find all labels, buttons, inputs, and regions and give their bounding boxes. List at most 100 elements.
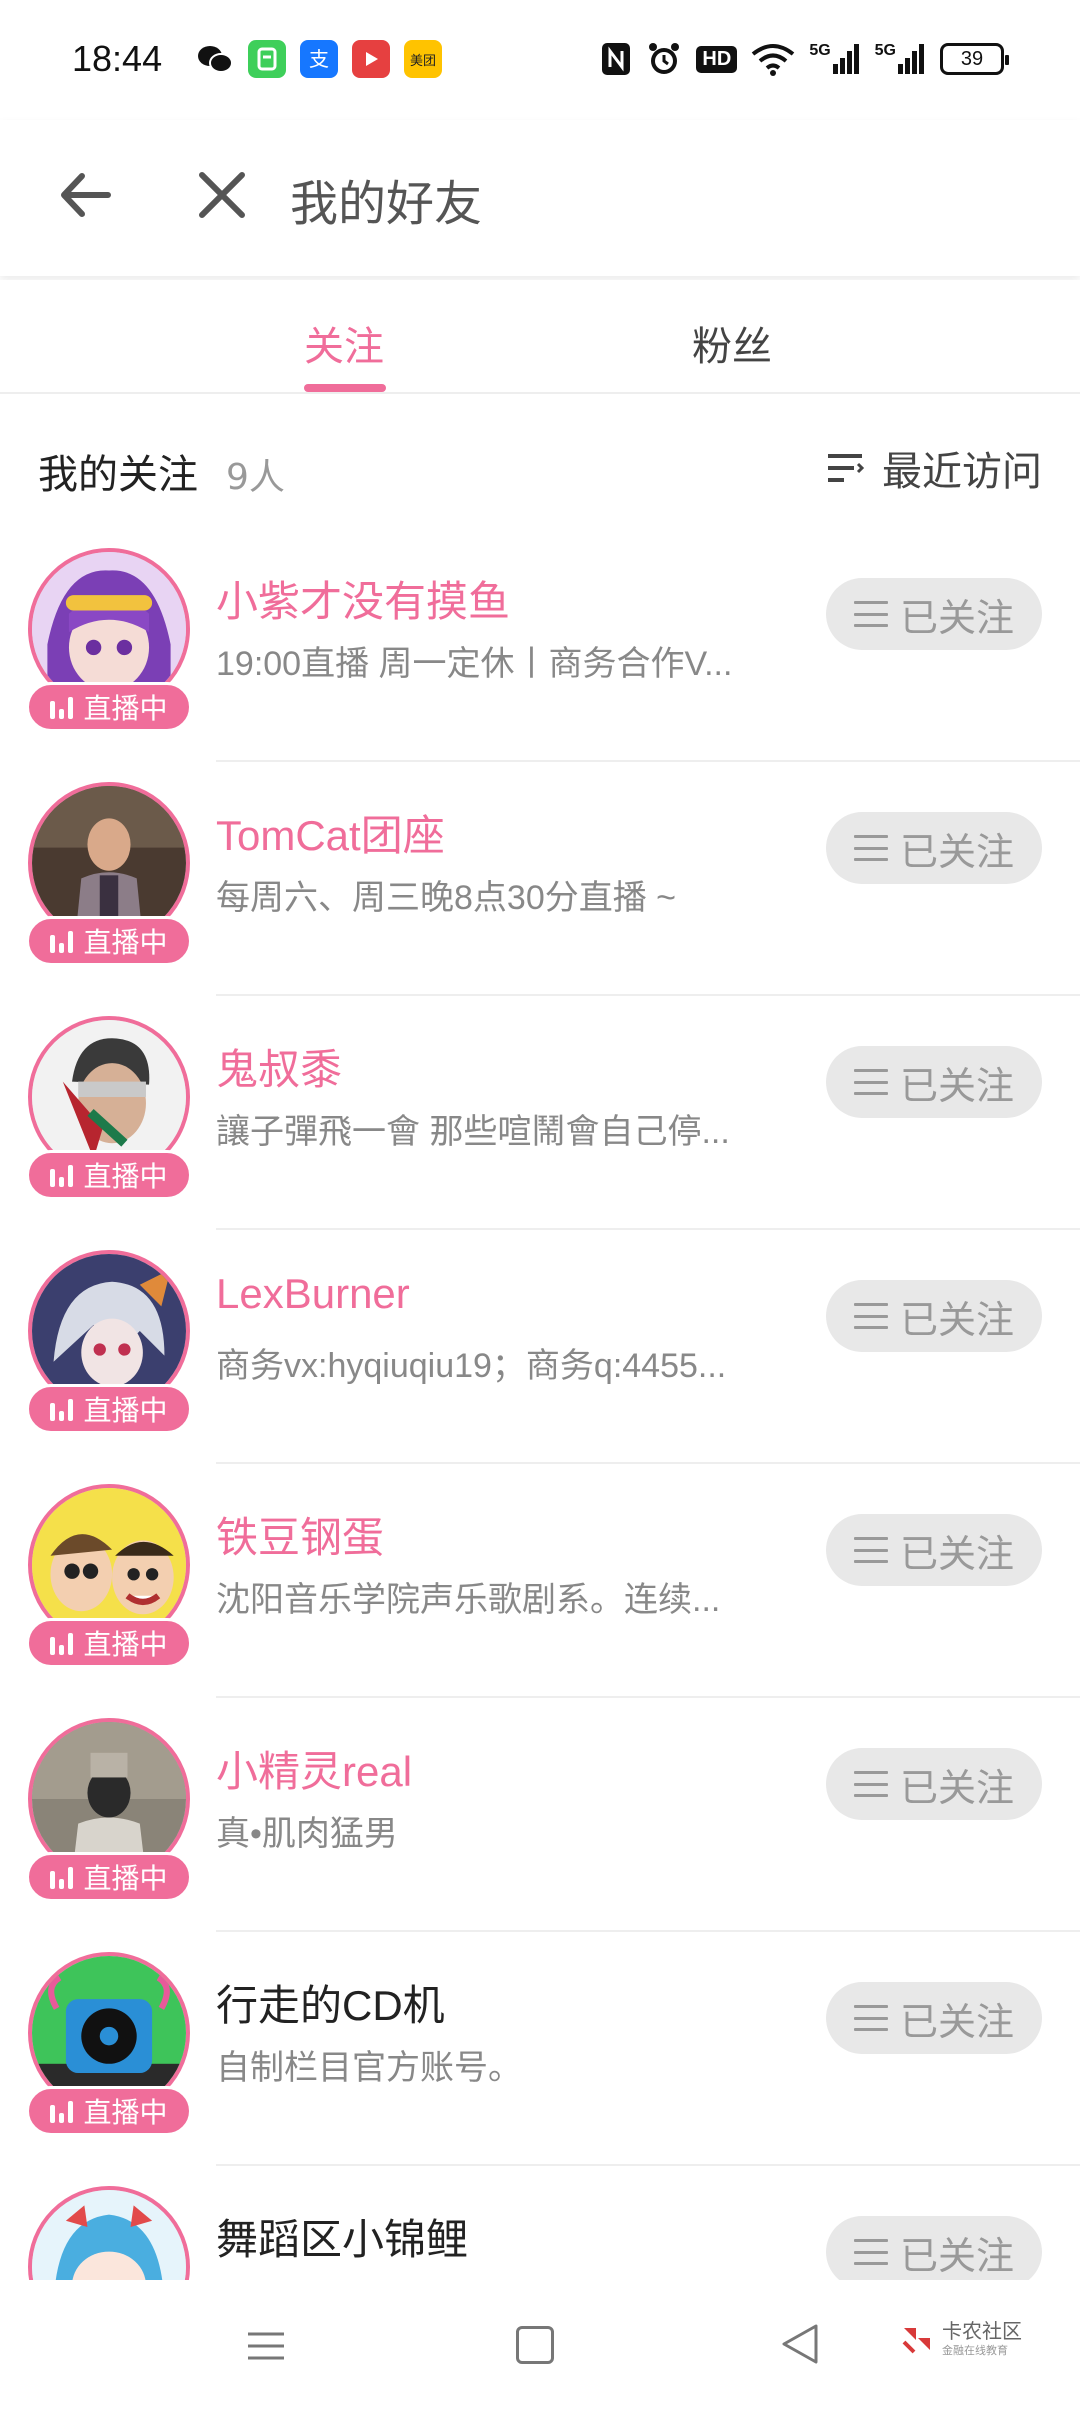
tab-fans[interactable]: 粉丝 [692,314,772,372]
live-bars-icon [50,695,74,719]
followed-label: 已关注 [899,829,1014,874]
section-header: 我的关注 9人 最近访问 [0,430,1080,510]
user-desc: 沈阳音乐学院声乐歌剧系。连续... [216,1581,721,1619]
followed-button[interactable]: 已关注 [826,812,1042,884]
home-button[interactable] [516,2326,554,2364]
watermark-title: 卡农社区 [942,2319,1022,2343]
menu-icon [248,2332,284,2360]
menu-icon [853,1069,888,1095]
tab-following[interactable]: 关注 [304,314,384,372]
menu-icon [853,1771,888,1797]
followed-button[interactable]: 已关注 [826,578,1042,650]
live-badge: 直播中 [26,682,192,732]
nav-back-button[interactable] [780,2322,820,2366]
avatar[interactable]: 直播中 [26,1016,192,1200]
avatar[interactable]: 直播中 [26,1718,192,1902]
live-badge: 直播中 [26,916,192,966]
user-desc: 讓子彈飛一會 那些喧鬧會自己停... [216,1113,730,1151]
alarm-icon [646,40,682,78]
top-app-bar: 我的好友 [0,120,1080,276]
list-item[interactable]: 直播中 小精灵real 真•肌肉猛男 已关注 [0,1698,1080,1932]
followed-button[interactable]: 已关注 [826,1514,1042,1586]
followed-label: 已关注 [899,1531,1014,1576]
live-badge: 直播中 [26,1852,192,1902]
signal-label: 5G [874,42,896,59]
followed-button[interactable]: 已关注 [826,1748,1042,1820]
followed-label: 已关注 [899,1765,1014,1810]
back-button[interactable] [52,160,122,230]
list-item[interactable]: 直播中 TomCat团座 每周六、周三晚8点30分直播 ~ 已关注 [0,762,1080,996]
user-name[interactable]: 鬼叔黍 [216,1036,342,1097]
list-item[interactable]: 舞蹈区小锦鲤 已关注 [0,2166,1080,2282]
following-list: 直播中 小紫才没有摸鱼 19:00直播 周一定休丨商务合作V... 已关注 直播… [0,528,1080,2282]
meituan-label: 美团 [409,52,436,68]
list-item[interactable]: 直播中 小紫才没有摸鱼 19:00直播 周一定休丨商务合作V... 已关注 [0,528,1080,762]
user-name[interactable]: TomCat团座 [216,802,445,863]
status-indicators: HD 5G 5G 39 [600,40,1009,78]
followed-label: 已关注 [899,1999,1014,2044]
tab-indicator [304,384,386,392]
followed-button[interactable]: 已关注 [826,1982,1042,2054]
close-button[interactable] [190,160,254,230]
live-badge: 直播中 [26,1384,192,1434]
user-name[interactable]: 铁豆钢蛋 [216,1504,384,1565]
watermark-logo-icon [902,2328,930,2354]
page-title: 我的好友 [290,176,483,232]
user-name[interactable]: 舞蹈区小锦鲤 [216,2206,468,2267]
list-item[interactable]: 直播中 行走的CD机 自制栏目官方账号。 已关注 [0,1932,1080,2166]
list-item[interactable]: 直播中 LexBurner 商务vx:hyqiuqiu19；商务q:4455..… [0,1230,1080,1464]
followed-button[interactable]: 已关注 [826,1280,1042,1352]
followed-label: 已关注 [899,1297,1014,1342]
avatar[interactable]: 直播中 [26,1250,192,1434]
avatar[interactable]: 直播中 [26,1952,192,2136]
meituan-icon: 美团 [404,40,442,78]
recent-apps-button[interactable] [246,2326,286,2366]
nfc-icon [600,40,632,78]
user-desc: 每周六、周三晚8点30分直播 ~ [216,879,677,917]
live-label: 直播中 [83,1160,168,1193]
watermark: 卡农社区 金融在线教育 [900,2320,1022,2358]
list-item[interactable]: 直播中 铁豆钢蛋 沈阳音乐学院声乐歌剧系。连续... 已关注 [0,1464,1080,1698]
hd-icon: HD [696,40,738,78]
user-desc: 自制栏目官方账号。 [216,2049,522,2087]
user-name[interactable]: 小紫才没有摸鱼 [216,568,510,629]
user-name[interactable]: 行走的CD机 [216,1972,445,2033]
user-desc: 19:00直播 周一定休丨商务合作V... [216,645,733,683]
list-item[interactable]: 直播中 鬼叔黍 讓子彈飛一會 那些喧鬧會自己停... 已关注 [0,996,1080,1230]
menu-icon [853,2239,888,2265]
watermark-subtitle: 金融在线教育 [942,2344,1008,2357]
green-app-icon [248,40,286,78]
follow-count: 9人 [226,457,285,498]
status-time: 18:44 [72,38,163,79]
avatar[interactable]: 直播中 [26,782,192,966]
live-label: 直播中 [83,1862,168,1895]
live-bars-icon [50,2099,74,2123]
live-bars-icon [50,929,74,953]
live-badge: 直播中 [26,2086,192,2136]
sort-icon [828,454,865,482]
wifi-icon [751,40,795,78]
avatar[interactable]: 直播中 [26,548,192,732]
user-desc: 商务vx:hyqiuqiu19；商务q:4455... [216,1347,727,1385]
live-bars-icon [50,1631,74,1655]
live-badge: 直播中 [26,1618,192,1668]
alipay-icon: 支 [300,40,338,78]
svg-text:支: 支 [309,47,329,71]
sort-label: 最近访问 [882,449,1042,495]
section-title: 我的关注 [38,452,198,498]
followed-button[interactable]: 已关注 [826,1046,1042,1118]
live-label: 直播中 [83,926,168,959]
live-label: 直播中 [83,2096,168,2129]
close-icon [199,172,245,218]
hd-label: HD [696,45,738,73]
live-bars-icon [50,1865,74,1889]
user-name[interactable]: 小精灵real [216,1738,412,1799]
user-name[interactable]: LexBurner [216,1270,410,1318]
avatar[interactable] [28,2186,190,2282]
back-arrow-icon [61,173,111,217]
followed-label: 已关注 [899,595,1014,640]
followed-label: 已关注 [899,1063,1014,1108]
avatar[interactable]: 直播中 [26,1484,192,1668]
followed-button[interactable]: 已关注 [826,2216,1042,2282]
sort-button[interactable]: 最近访问 [824,438,1042,498]
